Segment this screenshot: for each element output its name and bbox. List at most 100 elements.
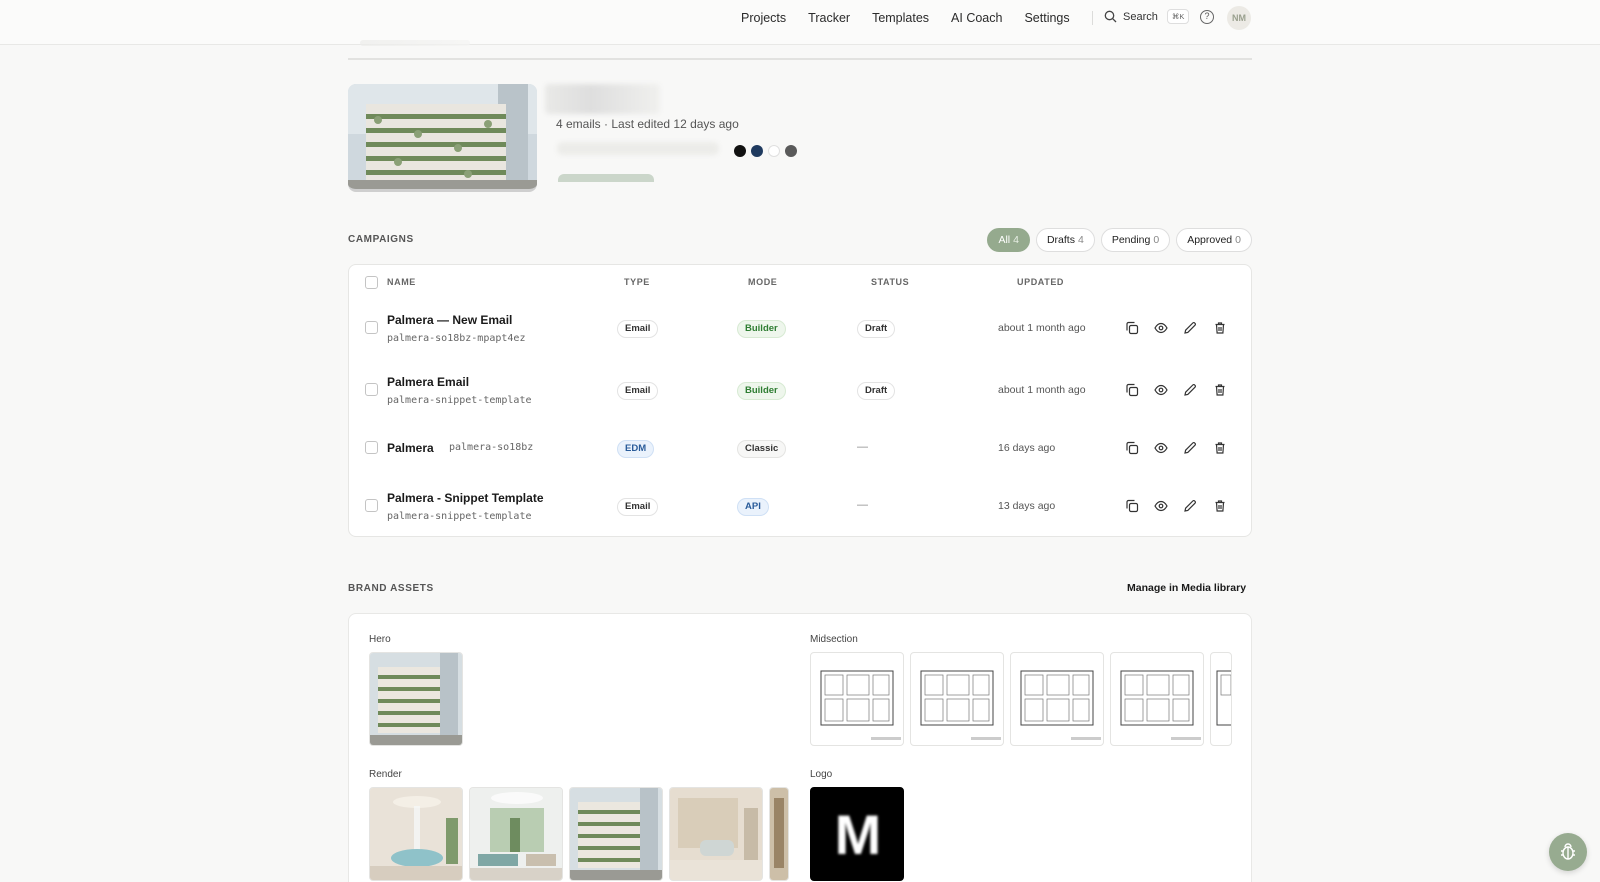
edit-pencil-icon[interactable] (1183, 321, 1197, 335)
edit-pencil-icon[interactable] (1183, 383, 1197, 397)
hero-image-tile[interactable] (369, 652, 463, 746)
render-tile-exterior[interactable] (569, 787, 663, 881)
nav-templates[interactable]: Templates (861, 10, 940, 26)
help-icon[interactable]: ? (1200, 10, 1214, 24)
brand-assets-heading: BRAND ASSETS (348, 583, 434, 594)
type-badge: Email (617, 498, 659, 516)
floorplan-image (920, 670, 1001, 740)
filter-label: Approved (1187, 234, 1233, 246)
campaign-slug: palmera-so18bz (449, 442, 534, 453)
campaign-name[interactable]: Palmera Email (387, 375, 469, 389)
logo-tile[interactable]: M (810, 787, 904, 881)
building-image (348, 84, 537, 189)
col-status[interactable]: STATUS (871, 277, 909, 287)
filter-label: Pending (1111, 234, 1151, 246)
edit-pencil-icon[interactable] (1183, 499, 1197, 513)
floorplan-tile[interactable] (1110, 652, 1204, 746)
mode-badge: Builder (737, 382, 786, 400)
project-thumbnail[interactable] (348, 84, 537, 192)
col-name[interactable]: NAME (387, 277, 416, 287)
duplicate-icon[interactable] (1125, 383, 1139, 397)
hero-label: Hero (369, 634, 391, 645)
filter-approved[interactable]: Approved 0 (1176, 228, 1252, 252)
filter-drafts[interactable]: Drafts 4 (1035, 228, 1095, 252)
delete-trash-icon[interactable] (1213, 383, 1227, 397)
render-tile-spa[interactable] (369, 787, 463, 881)
table-row[interactable]: Palmera Email palmera-snippet-template E… (349, 363, 1253, 421)
floorplan-tile[interactable] (810, 652, 904, 746)
filter-count: 0 (1235, 234, 1241, 246)
preview-eye-icon[interactable] (1154, 499, 1168, 513)
mode-badge: API (737, 498, 769, 516)
preview-eye-icon[interactable] (1154, 383, 1168, 397)
row-checkbox[interactable] (365, 383, 378, 396)
edit-pencil-icon[interactable] (1183, 441, 1197, 455)
project-action-button[interactable] (558, 174, 654, 182)
preview-eye-icon[interactable] (1154, 441, 1168, 455)
row-checkbox[interactable] (365, 321, 378, 334)
campaign-slug: palmera-snippet-template (387, 511, 532, 522)
col-updated[interactable]: UPDATED (1017, 277, 1064, 287)
nav-settings[interactable]: Settings (1013, 10, 1080, 26)
campaign-name[interactable]: Palmera — New Email (387, 313, 512, 327)
duplicate-icon[interactable] (1125, 321, 1139, 335)
filter-count: 0 (1153, 234, 1160, 246)
table-row[interactable]: Palmera - Snippet Template palmera-snipp… (349, 479, 1253, 537)
floorplan-image (1216, 670, 1231, 726)
render-tile-lobby[interactable] (669, 787, 763, 881)
filter-count: 4 (1077, 234, 1084, 246)
updated-time: 13 days ago (998, 500, 1056, 512)
logo-letter: M (835, 803, 882, 866)
filter-pending[interactable]: Pending 0 (1100, 228, 1171, 252)
render-tile-partial[interactable] (769, 787, 789, 881)
filter-all[interactable]: All 4 (987, 228, 1030, 252)
floorplan-tile[interactable] (1010, 652, 1104, 746)
manage-media-library-link[interactable]: Manage in Media library (1127, 582, 1246, 594)
table-row[interactable]: Palmera — New Email palmera-so18bz-mpapt… (349, 301, 1253, 359)
floorplan-tile[interactable] (910, 652, 1004, 746)
hero-building-image (370, 653, 462, 745)
campaign-filters: All 4 Drafts 4 Pending 0 Approved 0 (987, 228, 1252, 252)
avatar[interactable]: NM (1227, 6, 1251, 30)
search-button[interactable]: Search ⌘K (1104, 9, 1190, 24)
row-checkbox[interactable] (365, 441, 378, 454)
nav-divider (1092, 11, 1093, 25)
row-checkbox[interactable] (365, 499, 378, 512)
type-badge: Email (617, 320, 659, 338)
duplicate-icon[interactable] (1125, 441, 1139, 455)
delete-trash-icon[interactable] (1213, 321, 1227, 335)
campaigns-heading: CAMPAIGNS (348, 234, 414, 245)
render-tile-lounge[interactable] (469, 787, 563, 881)
select-all-checkbox[interactable] (365, 276, 378, 289)
search-shortcut: ⌘K (1166, 9, 1190, 24)
status-empty: — (857, 441, 868, 453)
render-image (570, 788, 662, 880)
col-mode[interactable]: MODE (748, 277, 777, 287)
nav-tracker[interactable]: Tracker (797, 10, 861, 26)
render-label: Render (369, 769, 402, 780)
campaign-name[interactable]: Palmera (387, 441, 434, 455)
render-image (470, 788, 562, 880)
logo-image: M (835, 803, 882, 866)
nav-ai-coach[interactable]: AI Coach (940, 10, 1013, 26)
campaign-name[interactable]: Palmera - Snippet Template (387, 491, 544, 505)
preview-eye-icon[interactable] (1154, 321, 1168, 335)
floorplan-tile-partial[interactable] (1210, 652, 1232, 746)
updated-time: about 1 month ago (998, 384, 1086, 396)
table-row[interactable]: Palmera palmera-so18bz EDM Classic — 16 … (349, 421, 1253, 479)
nav-links: Projects Tracker Templates AI Coach Sett… (741, 10, 1081, 26)
search-label: Search (1123, 10, 1158, 23)
col-type[interactable]: TYPE (624, 277, 650, 287)
divider (348, 58, 1252, 60)
top-nav: Projects Tracker Templates AI Coach Sett… (0, 0, 1600, 45)
updated-time: 16 days ago (998, 442, 1056, 454)
swatch-black (734, 145, 746, 157)
delete-trash-icon[interactable] (1213, 499, 1227, 513)
render-image (670, 788, 762, 880)
duplicate-icon[interactable] (1125, 499, 1139, 513)
bug-report-button[interactable] (1549, 833, 1587, 871)
search-icon (1104, 10, 1117, 23)
swatch-gray (785, 145, 797, 157)
nav-projects[interactable]: Projects (741, 10, 797, 26)
delete-trash-icon[interactable] (1213, 441, 1227, 455)
